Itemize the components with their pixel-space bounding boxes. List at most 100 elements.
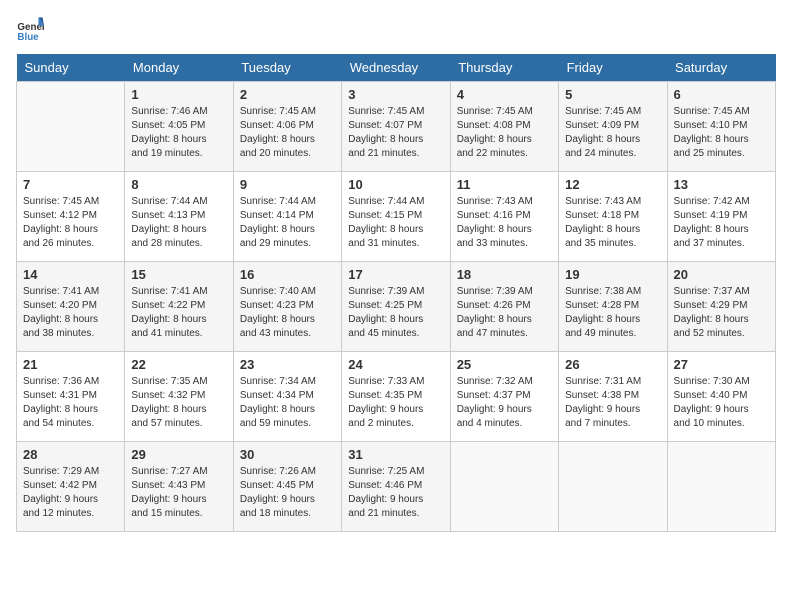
day-header-monday: Monday <box>125 54 233 82</box>
day-info: Sunrise: 7:40 AMSunset: 4:23 PMDaylight:… <box>240 285 335 341</box>
day-info: Sunrise: 7:45 AMSunset: 4:09 PMDaylight:… <box>565 105 660 161</box>
logo-icon: General Blue <box>16 16 44 44</box>
calendar-cell: 4Sunrise: 7:45 AMSunset: 4:08 PMDaylight… <box>450 82 558 172</box>
day-number: 19 <box>565 267 660 282</box>
day-info: Sunrise: 7:37 AMSunset: 4:29 PMDaylight:… <box>674 285 769 341</box>
day-header-sunday: Sunday <box>17 54 125 82</box>
calendar-week-4: 21 Sunrise: 7:36 AMSunset: 4:31 PMDayligh… <box>17 352 776 442</box>
calendar-week-1: 1Sunrise: 7:46 AMSunset: 4:05 PMDaylight… <box>17 82 776 172</box>
calendar-cell: 8 Sunrise: 7:44 AMSunset: 4:13 PMDaylight… <box>125 172 233 262</box>
calendar-cell: 28 Sunrise: 7:29 AMSunset: 4:42 PMDayligh… <box>17 442 125 532</box>
calendar-cell: 17 Sunrise: 7:39 AMSunset: 4:25 PMDayligh… <box>342 262 450 352</box>
day-number: 16 <box>240 267 335 282</box>
calendar-cell: 22 Sunrise: 7:35 AMSunset: 4:32 PMDayligh… <box>125 352 233 442</box>
calendar-cell: 19 Sunrise: 7:38 AMSunset: 4:28 PMDayligh… <box>559 262 667 352</box>
day-info: Sunrise: 7:34 AMSunset: 4:34 PMDaylight:… <box>240 375 335 431</box>
day-info: Sunrise: 7:41 AMSunset: 4:22 PMDaylight:… <box>131 285 226 341</box>
calendar-cell: 13Sunrise: 7:42 AMSunset: 4:19 PMDayligh… <box>667 172 775 262</box>
day-info: Sunrise: 7:30 AMSunset: 4:40 PMDaylight:… <box>674 375 769 431</box>
day-info: Sunrise: 7:27 AMSunset: 4:43 PMDaylight:… <box>131 465 226 521</box>
calendar-cell <box>559 442 667 532</box>
day-info: Sunrise: 7:43 AMSunset: 4:18 PMDaylight:… <box>565 195 660 251</box>
day-info: Sunrise: 7:44 AMSunset: 4:13 PMDaylight:… <box>131 195 226 251</box>
day-info: Sunrise: 7:31 AMSunset: 4:38 PMDaylight:… <box>565 375 660 431</box>
calendar-cell <box>667 442 775 532</box>
calendar-cell: 12Sunrise: 7:43 AMSunset: 4:18 PMDayligh… <box>559 172 667 262</box>
day-info: Sunrise: 7:39 AMSunset: 4:25 PMDaylight:… <box>348 285 443 341</box>
day-number: 24 <box>348 357 443 372</box>
day-number: 21 <box>23 357 118 372</box>
day-info: Sunrise: 7:32 AMSunset: 4:37 PMDaylight:… <box>457 375 552 431</box>
calendar-week-5: 28 Sunrise: 7:29 AMSunset: 4:42 PMDayligh… <box>17 442 776 532</box>
calendar-cell: 6 Sunrise: 7:45 AMSunset: 4:10 PMDaylight… <box>667 82 775 172</box>
calendar-cell <box>17 82 125 172</box>
day-number: 13 <box>674 177 769 192</box>
calendar-cell: 21 Sunrise: 7:36 AMSunset: 4:31 PMDayligh… <box>17 352 125 442</box>
day-number: 5 <box>565 87 660 102</box>
calendar-cell: 30 Sunrise: 7:26 AMSunset: 4:45 PMDayligh… <box>233 442 341 532</box>
calendar-cell: 11Sunrise: 7:43 AMSunset: 4:16 PMDayligh… <box>450 172 558 262</box>
calendar-cell: 18 Sunrise: 7:39 AMSunset: 4:26 PMDayligh… <box>450 262 558 352</box>
day-number: 9 <box>240 177 335 192</box>
calendar-cell: 9 Sunrise: 7:44 AMSunset: 4:14 PMDaylight… <box>233 172 341 262</box>
calendar-cell: 25 Sunrise: 7:32 AMSunset: 4:37 PMDayligh… <box>450 352 558 442</box>
day-number: 26 <box>565 357 660 372</box>
calendar-cell: 26 Sunrise: 7:31 AMSunset: 4:38 PMDayligh… <box>559 352 667 442</box>
day-number: 29 <box>131 447 226 462</box>
day-info: Sunrise: 7:29 AMSunset: 4:42 PMDaylight:… <box>23 465 118 521</box>
day-number: 30 <box>240 447 335 462</box>
calendar-cell: 14Sunrise: 7:41 AMSunset: 4:20 PMDayligh… <box>17 262 125 352</box>
day-info: Sunrise: 7:44 AMSunset: 4:15 PMDaylight:… <box>348 195 443 251</box>
header: General Blue <box>16 16 776 44</box>
day-number: 11 <box>457 177 552 192</box>
day-info: Sunrise: 7:45 AMSunset: 4:10 PMDaylight:… <box>674 105 769 161</box>
day-info: Sunrise: 7:35 AMSunset: 4:32 PMDaylight:… <box>131 375 226 431</box>
day-number: 25 <box>457 357 552 372</box>
day-number: 20 <box>674 267 769 282</box>
day-header-tuesday: Tuesday <box>233 54 341 82</box>
day-number: 10 <box>348 177 443 192</box>
calendar-cell: 31Sunrise: 7:25 AMSunset: 4:46 PMDayligh… <box>342 442 450 532</box>
calendar-cell: 24 Sunrise: 7:33 AMSunset: 4:35 PMDayligh… <box>342 352 450 442</box>
day-info: Sunrise: 7:33 AMSunset: 4:35 PMDaylight:… <box>348 375 443 431</box>
logo: General Blue <box>16 16 48 44</box>
day-info: Sunrise: 7:45 AMSunset: 4:12 PMDaylight:… <box>23 195 118 251</box>
day-info: Sunrise: 7:38 AMSunset: 4:28 PMDaylight:… <box>565 285 660 341</box>
day-number: 14 <box>23 267 118 282</box>
day-info: Sunrise: 7:26 AMSunset: 4:45 PMDaylight:… <box>240 465 335 521</box>
calendar-cell: 23 Sunrise: 7:34 AMSunset: 4:34 PMDayligh… <box>233 352 341 442</box>
calendar-cell: 20 Sunrise: 7:37 AMSunset: 4:29 PMDayligh… <box>667 262 775 352</box>
day-number: 17 <box>348 267 443 282</box>
day-info: Sunrise: 7:45 AMSunset: 4:08 PMDaylight:… <box>457 105 552 161</box>
day-number: 8 <box>131 177 226 192</box>
svg-text:Blue: Blue <box>17 32 39 43</box>
day-info: Sunrise: 7:44 AMSunset: 4:14 PMDaylight:… <box>240 195 335 251</box>
calendar-header: SundayMondayTuesdayWednesdayThursdayFrid… <box>17 54 776 82</box>
day-number: 2 <box>240 87 335 102</box>
day-number: 6 <box>674 87 769 102</box>
day-number: 22 <box>131 357 226 372</box>
calendar-cell: 2Sunrise: 7:45 AMSunset: 4:06 PMDaylight… <box>233 82 341 172</box>
day-info: Sunrise: 7:36 AMSunset: 4:31 PMDaylight:… <box>23 375 118 431</box>
calendar-cell: 10 Sunrise: 7:44 AMSunset: 4:15 PMDayligh… <box>342 172 450 262</box>
calendar-week-2: 7Sunrise: 7:45 AMSunset: 4:12 PMDaylight… <box>17 172 776 262</box>
day-header-saturday: Saturday <box>667 54 775 82</box>
day-info: Sunrise: 7:45 AMSunset: 4:07 PMDaylight:… <box>348 105 443 161</box>
calendar-cell: 16 Sunrise: 7:40 AMSunset: 4:23 PMDayligh… <box>233 262 341 352</box>
calendar-cell: 5 Sunrise: 7:45 AMSunset: 4:09 PMDaylight… <box>559 82 667 172</box>
calendar-table: SundayMondayTuesdayWednesdayThursdayFrid… <box>16 54 776 532</box>
calendar-cell: 29 Sunrise: 7:27 AMSunset: 4:43 PMDayligh… <box>125 442 233 532</box>
day-number: 28 <box>23 447 118 462</box>
day-info: Sunrise: 7:39 AMSunset: 4:26 PMDaylight:… <box>457 285 552 341</box>
calendar-cell: 7Sunrise: 7:45 AMSunset: 4:12 PMDaylight… <box>17 172 125 262</box>
day-number: 23 <box>240 357 335 372</box>
day-header-friday: Friday <box>559 54 667 82</box>
day-header-thursday: Thursday <box>450 54 558 82</box>
day-header-wednesday: Wednesday <box>342 54 450 82</box>
day-number: 18 <box>457 267 552 282</box>
day-number: 3 <box>348 87 443 102</box>
calendar-cell: 27Sunrise: 7:30 AMSunset: 4:40 PMDayligh… <box>667 352 775 442</box>
calendar-cell: 3 Sunrise: 7:45 AMSunset: 4:07 PMDaylight… <box>342 82 450 172</box>
calendar-week-3: 14Sunrise: 7:41 AMSunset: 4:20 PMDayligh… <box>17 262 776 352</box>
day-number: 15 <box>131 267 226 282</box>
